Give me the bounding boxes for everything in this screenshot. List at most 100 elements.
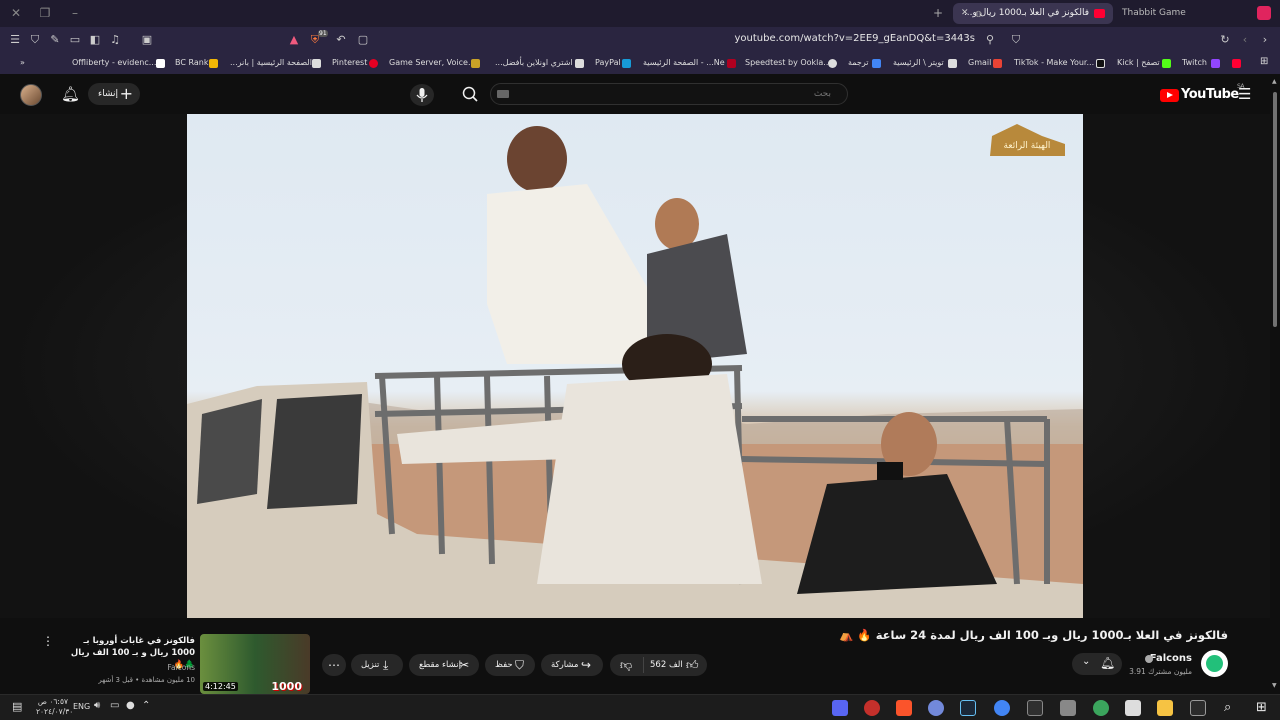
- bookmark-item[interactable]: TikTok - Make Your...: [1014, 58, 1094, 67]
- bookmark-item[interactable]: تويتر \ الرئيسية: [893, 58, 944, 67]
- menu-icon[interactable]: ☰: [8, 33, 22, 47]
- app-icon[interactable]: [1093, 700, 1109, 716]
- chrome-icon[interactable]: [994, 700, 1010, 716]
- twitch-icon: [1211, 59, 1220, 68]
- keyboard-icon[interactable]: [497, 90, 509, 98]
- bookmark-item[interactable]: BC Rank: [175, 58, 208, 67]
- extensions-icon[interactable]: ✎: [48, 33, 62, 47]
- tab-active[interactable]: ✕ ◍ فالكونز في العلا بـ1000 ريال و...: [953, 3, 1113, 24]
- app-icon[interactable]: [832, 700, 848, 716]
- network-icon[interactable]: ▭: [110, 700, 126, 716]
- guide-menu-icon[interactable]: ☰: [1238, 85, 1251, 103]
- reload-icon[interactable]: ↻: [1218, 33, 1232, 47]
- tray-overflow-icon[interactable]: ⌃: [142, 700, 158, 716]
- tabs-icon[interactable]: ▭: [68, 33, 82, 47]
- bookmark-item[interactable]: Ne... - الصفحة الرئيسية: [643, 58, 725, 67]
- recommendation-channel[interactable]: Falcons: [60, 663, 195, 672]
- share-label: مشاركة: [551, 660, 579, 670]
- share-button[interactable]: مشاركة ↪: [541, 654, 603, 676]
- channel-name[interactable]: Falcons: [1150, 653, 1192, 664]
- bookmark-item[interactable]: PayPal: [595, 58, 621, 67]
- screenshot-icon[interactable]: ▣: [140, 33, 154, 47]
- bookmark-item[interactable]: Speedtest by Ookla...: [745, 58, 831, 67]
- bookmark-icon[interactable]: ⛉: [1009, 33, 1023, 47]
- translate-icon: [872, 59, 881, 68]
- video-player[interactable]: الهيئة الرائعة: [187, 114, 1083, 618]
- shield-icon[interactable]: ⛉: [28, 33, 42, 47]
- subscribed-button[interactable]: 🔔︎ ⌄: [1072, 653, 1122, 675]
- brave-rewards-icon[interactable]: ▲: [287, 33, 301, 47]
- amazon-icon: [575, 59, 584, 68]
- clip-button[interactable]: إنشاء مقطع ✂: [409, 654, 479, 676]
- bookmark-item[interactable]: Twitch: [1182, 58, 1207, 67]
- more-vertical-icon[interactable]: ⋮: [42, 634, 54, 650]
- restore-window-icon[interactable]: ❐: [37, 5, 53, 21]
- brave-browser-icon[interactable]: [896, 700, 912, 716]
- recommendation-thumbnail[interactable]: 4:12:45 1000: [200, 634, 310, 694]
- scroll-down-icon[interactable]: ▼: [1272, 682, 1277, 689]
- create-button[interactable]: إنشاء +: [88, 83, 140, 105]
- new-tab-icon[interactable]: +: [930, 5, 946, 21]
- voice-search-button[interactable]: [410, 84, 434, 106]
- bookmark-item[interactable]: Pinterest: [332, 58, 367, 67]
- app-icon[interactable]: [1190, 700, 1206, 716]
- bookmark-item[interactable]: اشتري اونلاين بأفضل...: [495, 58, 573, 67]
- windows-start-icon[interactable]: ⊞: [1256, 700, 1272, 716]
- close-window-icon[interactable]: ✕: [8, 5, 24, 21]
- sidebar-icon[interactable]: ◧: [88, 33, 102, 47]
- pinterest-icon: [369, 59, 378, 68]
- search-input[interactable]: [531, 87, 831, 101]
- like-count[interactable]: 562 الف: [650, 654, 683, 676]
- apps-icon[interactable]: ⊞: [1260, 56, 1268, 67]
- clip-label: إنشاء مقطع: [419, 660, 461, 670]
- bookmarks-overflow-icon[interactable]: »: [20, 58, 25, 67]
- history-icon[interactable]: ↶: [334, 33, 348, 47]
- input-language[interactable]: ENG: [73, 702, 90, 711]
- steam-icon[interactable]: [960, 700, 976, 716]
- store-icon[interactable]: [1125, 700, 1141, 716]
- taskbar-clock[interactable]: ٠٦:٥٧ ص ٢٠٢٤/٠٧/٣٠: [36, 697, 73, 717]
- more-actions-button[interactable]: ⋯: [322, 654, 346, 676]
- tab-inactive[interactable]: Thabbit Game: [1122, 3, 1262, 24]
- download-button[interactable]: تنزيل ⤓: [351, 654, 403, 676]
- search-icon[interactable]: ⌕: [1224, 700, 1240, 716]
- browser-menu-icon[interactable]: [1257, 6, 1271, 20]
- bookmark-item[interactable]: ترجمة: [848, 58, 869, 67]
- bookmarks-bar: » Offliberty - evidenc... BC Rank الصفحة…: [0, 54, 1280, 74]
- dislike-icon[interactable]: 👎︎: [620, 654, 632, 676]
- page-scrollbar[interactable]: ▲ ▼: [1270, 74, 1280, 694]
- site-settings-icon[interactable]: ⚲: [983, 33, 997, 47]
- bookmark-item[interactable]: Game Server, Voice...: [389, 58, 476, 67]
- app-icon[interactable]: [1027, 700, 1043, 716]
- bookmark-item[interactable]: الصفحة الرئيسية | بانر...: [230, 58, 312, 67]
- like-icon[interactable]: 👍︎: [686, 654, 699, 676]
- search-box[interactable]: [490, 83, 848, 105]
- save-button[interactable]: حفظ ⛉: [485, 654, 535, 676]
- shield-count-badge: 91: [318, 30, 328, 37]
- minimize-window-icon[interactable]: –: [67, 5, 83, 21]
- file-explorer-icon[interactable]: [1157, 700, 1173, 716]
- bookmark-favicon-icon: [727, 59, 736, 68]
- channel-avatar[interactable]: [1201, 650, 1228, 677]
- forward-icon[interactable]: ›: [1258, 33, 1272, 47]
- back-icon[interactable]: ‹: [1238, 33, 1252, 47]
- url-field[interactable]: youtube.com/watch?v=2EE9_gEanDQ&t=3443s: [700, 33, 975, 44]
- notifications-bell-icon[interactable]: 🔔︎: [61, 85, 80, 103]
- volume-icon[interactable]: 🔊︎: [94, 700, 110, 716]
- picture-in-picture-icon[interactable]: ▢: [356, 33, 370, 47]
- bookmark-item[interactable]: Kick | تصفح: [1117, 58, 1160, 67]
- search-button[interactable]: [452, 83, 488, 105]
- tab-title: Thabbit Game: [1122, 8, 1186, 18]
- notification-center-icon[interactable]: ▤: [12, 700, 28, 716]
- verified-icon: [1145, 655, 1153, 663]
- app-icon[interactable]: [864, 700, 880, 716]
- scroll-up-icon[interactable]: ▲: [1272, 78, 1277, 85]
- discord-icon[interactable]: [928, 700, 944, 716]
- microphone-icon[interactable]: ●: [126, 700, 142, 716]
- app-icon[interactable]: [1060, 700, 1076, 716]
- bookmark-item[interactable]: Gmail: [968, 58, 991, 67]
- avatar[interactable]: [20, 84, 42, 106]
- bookmark-item[interactable]: Offliberty - evidenc...: [72, 58, 156, 67]
- music-icon[interactable]: ♫: [108, 33, 122, 47]
- scrollbar-thumb[interactable]: [1273, 92, 1277, 327]
